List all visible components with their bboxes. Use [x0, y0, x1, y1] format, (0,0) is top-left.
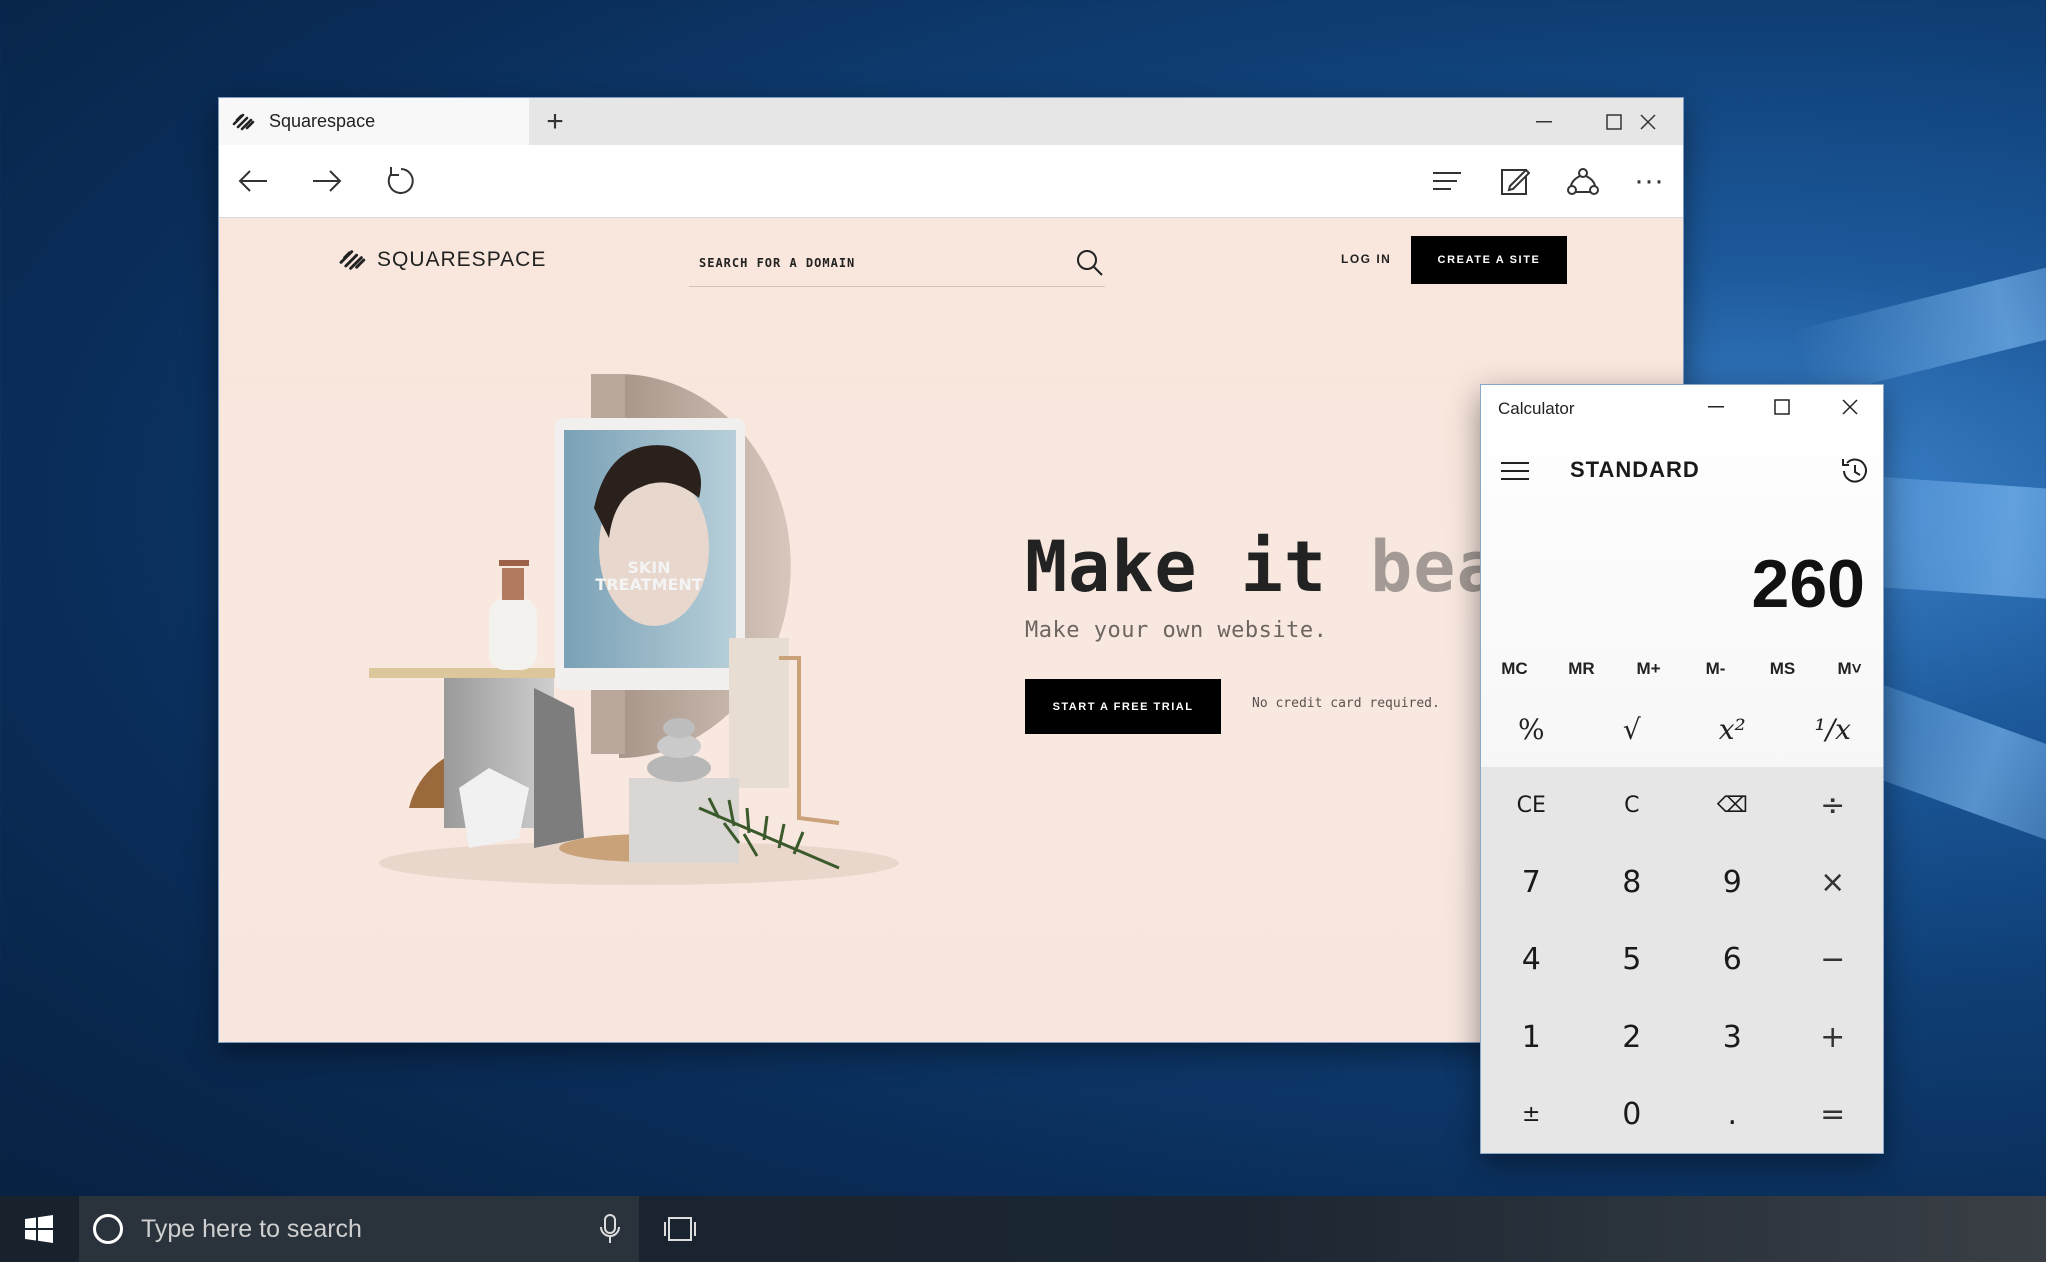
squarespace-logo-icon	[339, 250, 366, 270]
cortana-icon[interactable]	[93, 1214, 123, 1244]
forward-arrow-icon	[313, 170, 342, 192]
close-icon	[1842, 399, 1858, 415]
hero-product-illustration: SKIN TREATMENT	[369, 374, 899, 885]
hub-icon	[1433, 172, 1461, 190]
negate-button[interactable]: ±	[1481, 1076, 1582, 1153]
taskbar-search-input[interactable]	[139, 1213, 583, 1245]
start-button[interactable]	[0, 1196, 78, 1262]
close-button[interactable]	[1613, 98, 1683, 145]
minimize-button[interactable]	[1509, 98, 1579, 145]
back-arrow-icon	[238, 170, 267, 192]
calculator-minimize-button[interactable]	[1683, 385, 1749, 429]
minimize-icon	[1708, 406, 1724, 408]
memory-list-button[interactable]: M˅	[1816, 649, 1883, 689]
microphone-icon[interactable]	[599, 1213, 621, 1245]
calculator-title: Calculator	[1498, 399, 1575, 418]
back-button[interactable]	[229, 157, 277, 205]
digit-9-button[interactable]: 9	[1682, 844, 1783, 921]
close-icon	[1640, 113, 1656, 130]
digit-3-button[interactable]: 3	[1682, 999, 1783, 1076]
reciprocal-button[interactable]: ¹/x	[1783, 691, 1884, 767]
forward-button[interactable]	[303, 157, 351, 205]
wallpaper-light-beam	[1791, 229, 2046, 399]
calculator-maximize-button[interactable]	[1749, 385, 1815, 429]
tab-title: Squarespace	[269, 111, 376, 131]
share-button[interactable]	[1559, 157, 1607, 205]
search-icon[interactable]	[1075, 248, 1105, 278]
task-view-icon[interactable]	[662, 1212, 698, 1246]
clear-button[interactable]: C	[1582, 767, 1683, 844]
memory-recall-button[interactable]: MR	[1548, 649, 1615, 689]
calculator-keypad: CE C ⌫ ÷ 7 8 9 × 4 5 6 − 1 2 3 + ± 0 . =	[1481, 767, 1883, 1153]
web-note-button[interactable]	[1491, 157, 1539, 205]
squarespace-logo-icon	[232, 113, 255, 130]
function-row: % √ x² ¹/x	[1481, 691, 1883, 767]
taskbar-search	[79, 1196, 639, 1262]
browser-window: Squarespace + ··· SQUARESPACE SEARCH FOR…	[219, 98, 1683, 1042]
site-logo[interactable]: SQUARESPACE	[337, 248, 546, 272]
hero-subtitle: Make your own website.	[1025, 618, 1328, 643]
digit-2-button[interactable]: 2	[1582, 999, 1683, 1076]
refresh-button[interactable]	[377, 157, 425, 205]
memory-clear-button[interactable]: MC	[1481, 649, 1548, 689]
calculator-window: Calculator STANDARD 260 MC MR M+ M- MS M…	[1481, 385, 1883, 1153]
divide-button[interactable]: ÷	[1783, 767, 1884, 844]
digit-8-button[interactable]: 8	[1582, 844, 1683, 921]
memory-row: MC MR M+ M- MS M˅	[1481, 649, 1883, 689]
digit-5-button[interactable]: 5	[1582, 921, 1683, 998]
equals-button[interactable]: =	[1783, 1076, 1884, 1153]
more-button[interactable]: ···	[1625, 157, 1673, 205]
domain-search	[689, 240, 1105, 287]
start-free-trial-button[interactable]: START A FREE TRIAL	[1025, 679, 1221, 734]
hamburger-menu-icon[interactable]	[1495, 451, 1535, 491]
site-logo-text: SQUARESPACE	[377, 248, 547, 271]
maximize-icon	[1774, 399, 1790, 415]
digit-4-button[interactable]: 4	[1481, 921, 1582, 998]
windows-logo-icon	[25, 1215, 53, 1243]
create-site-button[interactable]: CREATE A SITE	[1411, 236, 1567, 284]
decimal-button[interactable]: .	[1682, 1076, 1783, 1153]
memory-subtract-button[interactable]: M-	[1682, 649, 1749, 689]
history-icon[interactable]	[1835, 451, 1875, 491]
clear-entry-button[interactable]: CE	[1481, 767, 1582, 844]
login-link[interactable]: LOG IN	[1341, 252, 1391, 266]
percent-button[interactable]: %	[1481, 691, 1582, 767]
no-credit-card-note: No credit card required.	[1252, 696, 1440, 711]
domain-search-input[interactable]	[697, 248, 1061, 278]
add-button[interactable]: +	[1783, 999, 1884, 1076]
digit-1-button[interactable]: 1	[1481, 999, 1582, 1076]
calculator-header-area: Calculator STANDARD 260 MC MR M+ M- MS M…	[1481, 385, 1883, 767]
square-root-button[interactable]: √	[1582, 691, 1683, 767]
calculator-titlebar: Calculator	[1481, 385, 1883, 429]
minimize-icon	[1536, 120, 1552, 122]
memory-add-button[interactable]: M+	[1615, 649, 1682, 689]
share-icon	[1567, 168, 1599, 195]
hero-title-dark: Make it	[1025, 526, 1371, 608]
web-note-icon	[1501, 168, 1530, 195]
new-tab-button[interactable]: +	[537, 104, 573, 140]
square-button[interactable]: x²	[1682, 691, 1783, 767]
tablet-text-treatment: TREATMENT	[595, 575, 702, 594]
browser-titlebar: Squarespace +	[219, 98, 1683, 145]
backspace-button[interactable]: ⌫	[1682, 767, 1783, 844]
hub-button[interactable]	[1423, 157, 1471, 205]
calculator-display: 260	[1751, 546, 1865, 622]
digit-0-button[interactable]: 0	[1582, 1076, 1683, 1153]
calculator-close-button[interactable]	[1817, 385, 1883, 429]
browser-toolbar: ···	[219, 145, 1683, 218]
taskbar	[0, 1196, 2046, 1262]
refresh-icon	[387, 167, 414, 194]
browser-tab[interactable]: Squarespace	[219, 98, 529, 145]
digit-6-button[interactable]: 6	[1682, 921, 1783, 998]
subtract-button[interactable]: −	[1783, 921, 1884, 998]
web-page: SQUARESPACE LOG IN CREATE A SITE	[219, 218, 1683, 1042]
multiply-button[interactable]: ×	[1783, 844, 1884, 921]
memory-store-button[interactable]: MS	[1749, 649, 1816, 689]
digit-7-button[interactable]: 7	[1481, 844, 1582, 921]
calculator-mode-title: STANDARD	[1570, 457, 1700, 482]
